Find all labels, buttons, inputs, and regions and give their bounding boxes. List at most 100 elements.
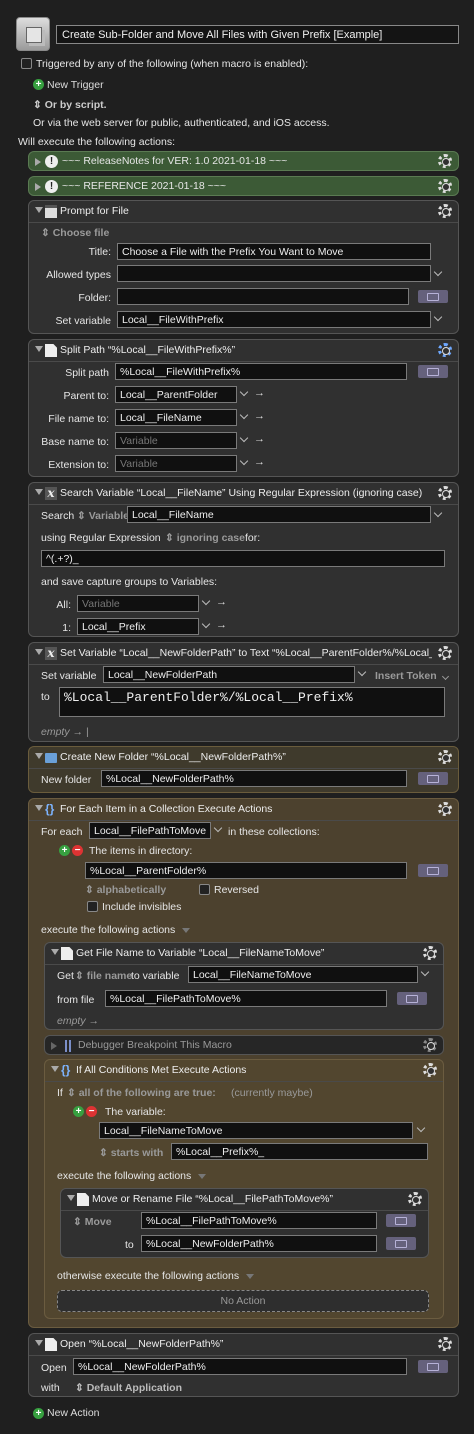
insert-variable-button[interactable]	[386, 1237, 416, 1250]
action-move-or-rename-file[interactable]: Move or Rename File “%Local__FilePathToM…	[60, 1188, 429, 1258]
action-release-notes[interactable]: ! ~~~ ReleaseNotes for VER: 1.0 2021-01-…	[28, 151, 459, 171]
insert-variable-button[interactable]	[418, 864, 448, 877]
gear-icon[interactable]	[438, 204, 452, 218]
gear-icon[interactable]	[438, 646, 452, 660]
choose-file-popup[interactable]: ⇕ Choose file	[41, 227, 109, 239]
insert-token-popup[interactable]: Insert Token	[375, 670, 449, 682]
gear-icon[interactable]	[423, 946, 437, 960]
insert-variable-button[interactable]	[418, 365, 448, 378]
allowed-types-field[interactable]	[117, 265, 431, 282]
chevron-down-icon[interactable]	[433, 312, 443, 322]
gear-icon[interactable]	[423, 1038, 437, 1052]
source-popup[interactable]: ⇕ Variable	[77, 510, 129, 522]
collapse-triangle-icon[interactable]	[35, 805, 43, 811]
no-action-dropzone[interactable]: No Action	[57, 1290, 429, 1312]
gear-icon[interactable]	[438, 802, 452, 816]
chevron-down-icon[interactable]	[433, 267, 443, 277]
chevron-down-icon[interactable]	[201, 619, 211, 629]
expand-triangle-icon[interactable]	[35, 183, 41, 191]
remove-collection-icon[interactable]: −	[72, 845, 83, 856]
expand-triangle-icon[interactable]	[35, 158, 41, 166]
dropdown-triangle-icon[interactable]	[246, 1274, 255, 1279]
gear-icon[interactable]	[423, 1063, 437, 1077]
chevron-down-icon[interactable]	[420, 967, 430, 977]
condition-variable-field[interactable]: Local__FileNameToMove	[99, 1122, 413, 1139]
expand-triangle-icon[interactable]	[51, 1042, 57, 1050]
macro-title-field[interactable]: Create Sub-Folder and Move All Files wit…	[56, 25, 459, 44]
folder-field[interactable]	[117, 288, 409, 305]
action-get-file-name[interactable]: Get File Name to Variable “Local__FileNa…	[44, 942, 444, 1030]
condition-value-field[interactable]: %Local__Prefix%_	[171, 1143, 428, 1160]
add-action-icon[interactable]: +	[33, 1408, 44, 1419]
gear-icon[interactable]	[438, 179, 452, 193]
regex-field[interactable]: ^(.+?)_	[41, 550, 445, 567]
action-if-all-conditions[interactable]: {} If All Conditions Met Execute Actions…	[44, 1059, 444, 1319]
extension-field[interactable]: Variable	[115, 455, 237, 472]
chevron-down-icon[interactable]	[239, 410, 249, 420]
title-field[interactable]: Choose a File with the Prefix You Want t…	[117, 243, 431, 260]
collapse-triangle-icon[interactable]	[51, 949, 59, 955]
add-trigger-icon[interactable]: +	[33, 79, 44, 90]
add-condition-icon[interactable]: +	[73, 1106, 84, 1117]
sort-popup[interactable]: ⇕ alphabetically	[85, 884, 166, 896]
dropdown-triangle-icon[interactable]	[182, 928, 191, 933]
collapse-triangle-icon[interactable]	[51, 1066, 59, 1072]
all-group-field[interactable]: Variable	[77, 595, 199, 612]
split-path-field[interactable]: %Local__FileWithPrefix%	[115, 363, 407, 380]
case-popup[interactable]: ⇕ ignoring case	[165, 532, 245, 544]
move-destination-field[interactable]: %Local__NewFolderPath%	[141, 1235, 377, 1252]
action-create-new-folder[interactable]: Create New Folder “%Local__NewFolderPath…	[28, 746, 459, 793]
for-each-variable-field[interactable]: Local__FilePathToMove	[89, 822, 211, 839]
collapse-triangle-icon[interactable]	[35, 346, 43, 352]
insert-variable-button[interactable]	[397, 992, 427, 1005]
new-folder-field[interactable]: %Local__NewFolderPath%	[101, 770, 407, 787]
chevron-down-icon[interactable]	[416, 1123, 426, 1133]
insert-variable-button[interactable]	[418, 1360, 448, 1373]
chevron-down-icon[interactable]	[357, 667, 367, 677]
group1-field[interactable]: Local__Prefix	[77, 618, 199, 635]
search-variable-field[interactable]: Local__FileName	[127, 506, 431, 523]
new-action-button[interactable]: New Action	[47, 1407, 100, 1419]
reversed-checkbox[interactable]	[199, 884, 210, 895]
set-variable-field[interactable]: Local__NewFolderPath	[103, 666, 355, 683]
or-by-script[interactable]: ⇕ Or by script.	[33, 99, 107, 111]
text-field[interactable]: %Local__ParentFolder%/%Local__Prefix%	[59, 687, 445, 717]
collapse-triangle-icon[interactable]	[67, 1195, 75, 1201]
chevron-down-icon[interactable]	[433, 508, 443, 518]
attribute-popup[interactable]: ⇕ file name	[75, 970, 132, 982]
directory-field[interactable]: %Local__ParentFolder%	[85, 862, 407, 879]
add-collection-icon[interactable]: +	[59, 845, 70, 856]
chevron-down-icon[interactable]	[239, 387, 249, 397]
action-split-path[interactable]: Split Path “%Local__FileWithPrefix%” Spl…	[28, 339, 459, 477]
from-file-field[interactable]: %Local__FilePathToMove%	[105, 990, 387, 1007]
collapse-triangle-icon[interactable]	[35, 489, 43, 495]
action-set-variable[interactable]: x Set Variable “Local__NewFolderPath” to…	[28, 642, 459, 742]
variable-field[interactable]: Local__FileNameToMove	[188, 966, 418, 983]
move-mode-popup[interactable]: ⇕ Move	[73, 1216, 112, 1228]
collapse-triangle-icon[interactable]	[35, 753, 43, 759]
gear-icon[interactable]	[438, 486, 452, 500]
insert-variable-button[interactable]	[386, 1214, 416, 1227]
insert-variable-button[interactable]	[418, 290, 448, 303]
dropdown-triangle-icon[interactable]	[198, 1174, 207, 1179]
gear-icon[interactable]	[438, 1337, 452, 1351]
action-reference[interactable]: ! ~~~ REFERENCE 2021-01-18 ~~~	[28, 176, 459, 196]
action-for-each[interactable]: {} For Each Item in a Collection Execute…	[28, 798, 459, 1328]
move-source-field[interactable]: %Local__FilePathToMove%	[141, 1212, 377, 1229]
open-path-field[interactable]: %Local__NewFolderPath%	[73, 1358, 407, 1375]
set-variable-field[interactable]: Local__FileWithPrefix	[117, 311, 431, 328]
chevron-down-icon[interactable]	[239, 456, 249, 466]
insert-variable-button[interactable]	[418, 772, 448, 785]
condition-mode-popup[interactable]: ⇕ all of the following are true:	[67, 1087, 216, 1099]
collapse-triangle-icon[interactable]	[35, 207, 43, 213]
parent-field[interactable]: Local__ParentFolder	[115, 386, 237, 403]
application-popup[interactable]: ⇕ Default Application	[75, 1382, 182, 1394]
operator-popup[interactable]: ⇕ starts with	[99, 1147, 163, 1159]
action-open[interactable]: Open “%Local__NewFolderPath%” Open %Loca…	[28, 1333, 459, 1397]
gear-icon[interactable]	[438, 343, 452, 357]
gear-icon[interactable]	[408, 1192, 422, 1206]
triggered-checkbox[interactable]	[21, 58, 32, 69]
collapse-triangle-icon[interactable]	[35, 649, 43, 655]
action-prompt-for-file[interactable]: Prompt for File ⇕ Choose file Title: Cho…	[28, 200, 459, 334]
filename-field[interactable]: Local__FileName	[115, 409, 237, 426]
